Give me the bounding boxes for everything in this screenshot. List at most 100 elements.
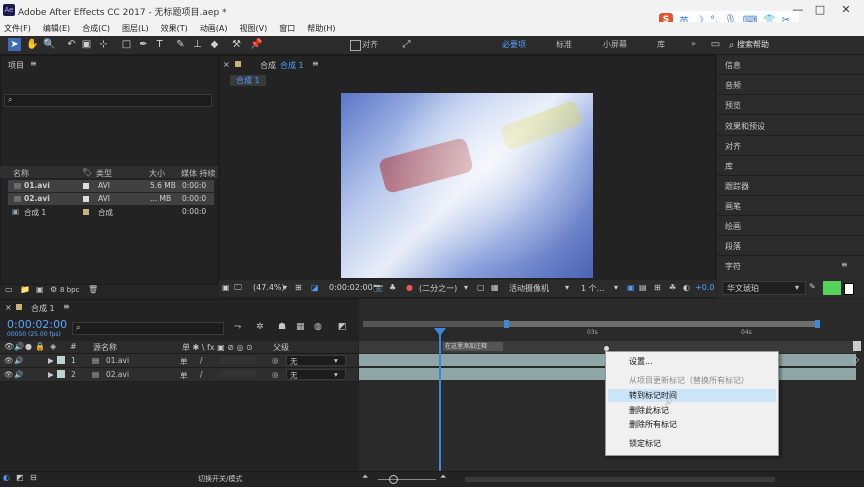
chevron-down-icon[interactable]: ▾	[334, 356, 338, 365]
layer-name[interactable]: 01.avi	[106, 356, 129, 365]
panel-menu-icon[interactable]: ≡	[63, 302, 70, 311]
draft-3d-icon[interactable]: ✲	[256, 322, 264, 332]
speaker-icon[interactable]: 🔊	[14, 370, 23, 379]
layer-row[interactable]: 👁 🔊 ▶ 2 ▤ 02.avi 单 / ◎ 无 ▾	[0, 368, 358, 382]
project-item[interactable]: ▤ 02.avi AVI ... MB 0:00:0	[8, 193, 214, 205]
pen-tool-icon[interactable]: ✒	[137, 38, 150, 51]
eyedropper-icon[interactable]: ✎	[809, 282, 816, 291]
project-item[interactable]: ▣ 合成 1 合成 0:00:0	[8, 206, 214, 218]
maximize-button[interactable]: □	[810, 3, 830, 16]
monitor-icon[interactable]: 🖵	[234, 283, 242, 293]
timeline-comp-tab[interactable]: 合成 1	[31, 303, 55, 314]
clone-stamp-tool-icon[interactable]: ⊥	[191, 38, 204, 51]
eye-icon[interactable]: 👁	[4, 370, 14, 379]
zoom-out-icon[interactable]: ⏶	[362, 472, 368, 482]
stroke-color-swatch[interactable]	[844, 283, 854, 295]
layer-row[interactable]: 👁 🔊 ▶ 1 ▤ 01.avi 单 / ◎ 无 ▾	[0, 354, 358, 368]
menu-edit[interactable]: 编辑(E)	[43, 22, 70, 36]
transparency-grid-icon[interactable]: ▦	[491, 283, 499, 292]
chevron-down-icon[interactable]: ▾	[614, 283, 618, 292]
region-of-interest-icon[interactable]: ▢	[477, 283, 485, 292]
menu-item-goto-marker-time[interactable]: 转到标记时间	[608, 389, 776, 402]
shy-switch-icon[interactable]: 单	[180, 356, 188, 367]
eraser-tool-icon[interactable]: ◆	[208, 38, 221, 51]
current-time-display[interactable]: 0:00:02:00	[329, 283, 373, 292]
graph-editor-icon[interactable]: ◩	[338, 322, 347, 332]
panel-menu-icon[interactable]: ≡	[30, 59, 37, 68]
always-preview-icon[interactable]: ▣	[222, 283, 230, 292]
menu-item-delete-all-markers[interactable]: 删除所有标记	[629, 418, 677, 431]
column-size[interactable]: 大小	[149, 168, 165, 179]
composition-panel-title[interactable]: 合成	[260, 60, 276, 71]
navigator-end-handle[interactable]	[815, 320, 820, 328]
panel-paint[interactable]: 绘画	[725, 221, 741, 232]
selection-tool-icon[interactable]: ➤	[8, 38, 21, 51]
menu-view[interactable]: 视图(V)	[240, 22, 268, 36]
speaker-icon[interactable]: 🔊	[14, 356, 23, 365]
label-color-swatch[interactable]	[57, 370, 65, 378]
timeline-zoom-slider[interactable]	[378, 479, 436, 480]
workspace-essentials[interactable]: 必要项	[502, 39, 526, 50]
transfer-controls-toggle-icon[interactable]: ◩	[16, 473, 24, 482]
new-folder-icon[interactable]: 📁	[20, 285, 30, 294]
channel-icon[interactable]: ●	[406, 283, 413, 292]
bit-depth-button[interactable]: 8 bpc	[60, 286, 79, 294]
composition-preview-image[interactable]	[341, 93, 593, 278]
switch-boxes[interactable]	[220, 356, 256, 364]
chevron-down-icon[interactable]: ▾	[795, 283, 799, 292]
panel-menu-icon[interactable]: ≡	[841, 260, 848, 269]
workspace-small-screen[interactable]: 小屏幕	[603, 39, 627, 50]
panel-align[interactable]: 对齐	[725, 141, 741, 152]
pick-whip-icon[interactable]: ◎	[272, 356, 279, 365]
trash-icon[interactable]: 🗑	[88, 285, 98, 294]
project-search-input[interactable]	[4, 94, 212, 107]
snap-icon[interactable]: ⤢	[400, 38, 413, 51]
navigator-range[interactable]	[506, 321, 818, 327]
roto-brush-tool-icon[interactable]: ⚒	[230, 38, 243, 51]
grid-icon[interactable]: ⊞	[295, 283, 302, 292]
label-color-swatch[interactable]	[83, 196, 89, 202]
project-settings-icon[interactable]: ⚙	[50, 285, 57, 294]
shy-layers-icon[interactable]: ☗	[278, 322, 286, 332]
menu-window[interactable]: 窗口	[279, 22, 295, 36]
menu-file[interactable]: 文件(F)	[4, 22, 31, 36]
puppet-pin-tool-icon[interactable]: 📌	[250, 38, 263, 51]
camera-tool-icon[interactable]: ▣	[80, 38, 93, 51]
in-out-toggle-icon[interactable]: ⊟	[30, 473, 37, 482]
expand-arrow-icon[interactable]: ▶	[48, 356, 54, 365]
zoom-tool-icon[interactable]: 🔍	[43, 38, 56, 51]
pick-whip-icon[interactable]: ◎	[272, 370, 279, 379]
type-tool-icon[interactable]: T	[153, 38, 166, 51]
panel-menu-icon[interactable]: ≡	[312, 59, 319, 68]
exposure-value[interactable]: +0.0	[695, 283, 714, 292]
search-help-input[interactable]: 搜索帮助	[737, 39, 769, 50]
rotate-tool-icon[interactable]: ↶	[65, 38, 78, 51]
camera-dropdown[interactable]: 活动摄像机	[509, 283, 549, 294]
panel-preview[interactable]: 预览	[725, 100, 741, 111]
resolution-dropdown[interactable]: (二分之一)	[419, 283, 457, 294]
menu-effect[interactable]: 效果(T)	[161, 22, 188, 36]
close-button[interactable]: ✕	[836, 3, 856, 16]
label-color-swatch[interactable]	[83, 183, 89, 189]
panel-tracker[interactable]: 跟踪器	[725, 181, 749, 192]
project-panel-title[interactable]: 项目	[8, 60, 24, 71]
fill-color-swatch[interactable]	[823, 281, 841, 295]
close-tab-icon[interactable]: ×	[223, 60, 230, 69]
zoom-slider-handle[interactable]	[389, 475, 398, 484]
navigator-start-handle[interactable]	[504, 320, 509, 328]
label-color-swatch[interactable]	[83, 209, 89, 215]
mask-visibility-icon[interactable]: ◪	[311, 283, 319, 292]
toggle-switches-modes-button[interactable]: 切换开关/模式	[198, 474, 242, 484]
new-composition-icon[interactable]: ▣	[36, 285, 44, 294]
zoom-in-icon[interactable]: ⏶	[440, 472, 446, 482]
menu-item-delete-marker[interactable]: 删除此标记	[629, 404, 669, 417]
menu-layer[interactable]: 图层(L)	[122, 22, 149, 36]
quality-switch-icon[interactable]: /	[200, 356, 203, 365]
workspace-more-icon[interactable]: »	[691, 39, 696, 48]
comp-flowchart-icon[interactable]: ⊞	[654, 283, 661, 292]
hand-tool-icon[interactable]: ✋	[26, 38, 39, 51]
layer-name[interactable]: 02.avi	[106, 370, 129, 379]
quality-switch-icon[interactable]: /	[200, 370, 203, 379]
layer-end-handle-icon[interactable]: ◇	[853, 355, 859, 364]
panel-audio[interactable]: 音频	[725, 80, 741, 91]
